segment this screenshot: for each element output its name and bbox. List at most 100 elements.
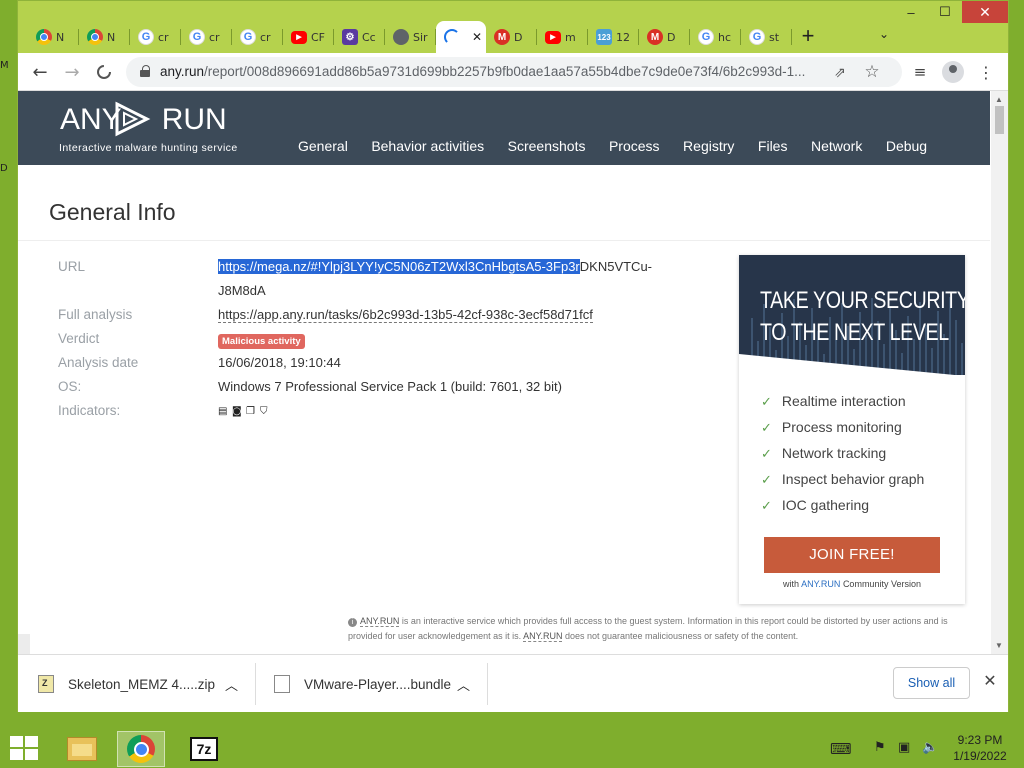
tab[interactable]: MD bbox=[486, 21, 537, 53]
desktop-icon-d[interactable]: D bbox=[0, 163, 10, 177]
show-all-button[interactable]: Show all bbox=[893, 667, 970, 699]
tab[interactable]: MD bbox=[639, 21, 690, 53]
clock-date: 1/19/2022 bbox=[953, 749, 1007, 763]
analysis-date-value: 16/06/2018, 19:10:44 bbox=[218, 355, 341, 370]
join-subtext: with ANY.RUN Community Version bbox=[783, 579, 921, 589]
reading-list-icon[interactable]: ≡ bbox=[910, 62, 930, 82]
indicator-icons: ▤ ◙ ❐ ⛉ bbox=[218, 402, 274, 418]
nav-process[interactable]: Process bbox=[609, 138, 660, 154]
address-bar[interactable]: any.run/report/008d896691add86b5a9731d69… bbox=[126, 57, 902, 87]
download-options-chevron-icon[interactable]: ︿ bbox=[457, 655, 470, 713]
tab[interactable]: Gcr bbox=[232, 21, 283, 53]
anyrun-link[interactable]: ANY.RUN bbox=[801, 579, 840, 589]
nav-behavior-activities[interactable]: Behavior activities bbox=[371, 138, 484, 154]
tab[interactable]: ▶ m bbox=[537, 21, 588, 53]
page-scrollbar[interactable]: ▲ ▼ bbox=[991, 91, 1008, 654]
download-name: Skeleton_MEMZ 4.....zip bbox=[68, 676, 216, 692]
feature-item: ✓ Process monitoring bbox=[761, 419, 902, 436]
tab[interactable]: N bbox=[28, 21, 79, 53]
nav-general[interactable]: General bbox=[298, 138, 348, 154]
tab[interactable]: 123 12 bbox=[588, 21, 639, 53]
shield-icon[interactable]: ⛉ bbox=[260, 406, 272, 418]
loading-stop-icon[interactable] bbox=[94, 62, 114, 82]
start-windows-icon[interactable] bbox=[10, 736, 40, 760]
tab[interactable]: ▶ CF bbox=[283, 21, 334, 53]
nav-screenshots[interactable]: Screenshots bbox=[508, 138, 586, 154]
full-analysis-link[interactable]: https://app.any.run/tasks/6b2c993d-13b5-… bbox=[218, 307, 593, 323]
7zip-icon: 7z bbox=[190, 737, 218, 761]
address-url[interactable]: any.run/report/008d896691add86b5a9731d69… bbox=[160, 64, 830, 79]
scroll-down-icon[interactable]: ▼ bbox=[995, 641, 1003, 650]
scroll-thumb[interactable] bbox=[995, 106, 1004, 134]
tab[interactable]: Gcr bbox=[130, 21, 181, 53]
tab-active[interactable]: ✕ bbox=[436, 21, 486, 53]
check-icon: ✓ bbox=[761, 473, 772, 488]
close-window-button[interactable]: ✕ bbox=[962, 1, 1008, 23]
tab-title: Cc bbox=[362, 30, 376, 44]
network-icon[interactable]: ▣ bbox=[898, 740, 910, 755]
nav-network[interactable]: Network bbox=[811, 138, 862, 154]
check-icon: ✓ bbox=[761, 421, 772, 436]
action-center-flag-icon[interactable]: ⚑ bbox=[874, 740, 886, 755]
nav-files[interactable]: Files bbox=[758, 138, 788, 154]
exe-icon[interactable]: ▤ bbox=[218, 406, 230, 418]
maximize-button[interactable]: ☐ bbox=[928, 1, 962, 23]
tab-title: N bbox=[56, 30, 65, 44]
url-label: URL bbox=[58, 259, 86, 274]
minimize-button[interactable]: – bbox=[894, 1, 928, 23]
page-corner-tab[interactable] bbox=[18, 634, 30, 654]
tab[interactable]: Ghc bbox=[690, 21, 741, 53]
close-downloads-icon[interactable]: ✕ bbox=[980, 672, 1000, 692]
url-value[interactable]: https://mega.nz/#!Ylpj3LYY!yC5N06zT2Wxl3… bbox=[218, 255, 698, 303]
chrome-icon bbox=[127, 735, 155, 763]
check-icon: ✓ bbox=[761, 499, 772, 514]
nav-registry[interactable]: Registry bbox=[683, 138, 734, 154]
scroll-up-icon[interactable]: ▲ bbox=[995, 95, 1003, 104]
check-icon: ✓ bbox=[761, 395, 772, 410]
new-tab-button[interactable]: + bbox=[796, 25, 820, 49]
tab[interactable]: ⚙ Cc bbox=[334, 21, 385, 53]
tab[interactable]: N bbox=[79, 21, 130, 53]
tab-title: 12 bbox=[616, 30, 630, 44]
tab-search-chevron-icon[interactable]: ⌄ bbox=[874, 27, 894, 47]
file-explorer-app[interactable] bbox=[58, 731, 106, 767]
url-host: any.run bbox=[160, 64, 205, 79]
disclaimer-brand-link-2[interactable]: ANY.RUN bbox=[523, 630, 563, 642]
tab[interactable]: Gcr bbox=[181, 21, 232, 53]
lock-icon[interactable] bbox=[140, 65, 150, 77]
download-options-chevron-icon[interactable]: ︿ bbox=[225, 655, 238, 713]
profile-avatar-icon[interactable] bbox=[942, 61, 964, 83]
menu-kebab-icon[interactable]: ⋮ bbox=[976, 62, 996, 82]
tab[interactable]: Sir bbox=[385, 21, 436, 53]
bookmark-star-icon[interactable]: ☆ bbox=[862, 62, 882, 82]
clock[interactable]: 9:23 PM 1/19/2022 bbox=[946, 732, 1014, 764]
desktop-icon-m[interactable]: M bbox=[0, 60, 10, 74]
url-text-line2[interactable]: J8M8dA bbox=[218, 283, 266, 298]
files-icon[interactable]: ❐ bbox=[246, 406, 258, 418]
cc-icon: ⚙ bbox=[342, 29, 358, 45]
site-nav: General Behavior activities Screenshots Pro… bbox=[298, 138, 951, 154]
network-icon[interactable]: ◙ bbox=[232, 406, 244, 418]
download-item[interactable]: Skeleton_MEMZ 4.....zip bbox=[38, 655, 215, 713]
tab[interactable]: Gst bbox=[741, 21, 792, 53]
back-arrow-icon[interactable]: ← bbox=[30, 62, 50, 83]
tab-title: cr bbox=[158, 30, 169, 44]
youtube-icon: ▶ bbox=[545, 30, 561, 44]
disclaimer-brand-link[interactable]: ANY.RUN bbox=[360, 616, 400, 627]
share-icon[interactable]: ⇗ bbox=[830, 62, 850, 82]
join-free-button[interactable]: JOIN FREE! bbox=[764, 537, 940, 573]
url-selected-text[interactable]: https://mega.nz/#!Ylpj3LYY!yC5N06zT2Wxl3… bbox=[218, 259, 580, 274]
download-item[interactable]: VMware-Player....bundle bbox=[274, 655, 451, 713]
url-text-rest[interactable]: DKN5VTCu- bbox=[580, 259, 652, 274]
forward-arrow-icon[interactable]: → bbox=[62, 62, 82, 83]
volume-icon[interactable]: 🔈 bbox=[922, 740, 938, 755]
loading-icon bbox=[444, 29, 460, 45]
chrome-app[interactable] bbox=[117, 731, 165, 767]
7zip-app[interactable]: 7z bbox=[180, 731, 228, 767]
clock-time: 9:23 PM bbox=[957, 733, 1003, 747]
logo-run: RUN bbox=[161, 103, 227, 136]
keyboard-icon[interactable]: ⌨ bbox=[830, 740, 852, 758]
nav-debug[interactable]: Debug bbox=[886, 138, 927, 154]
analysis-date-label: Analysis date bbox=[58, 355, 139, 370]
close-tab-icon[interactable]: ✕ bbox=[472, 30, 482, 44]
